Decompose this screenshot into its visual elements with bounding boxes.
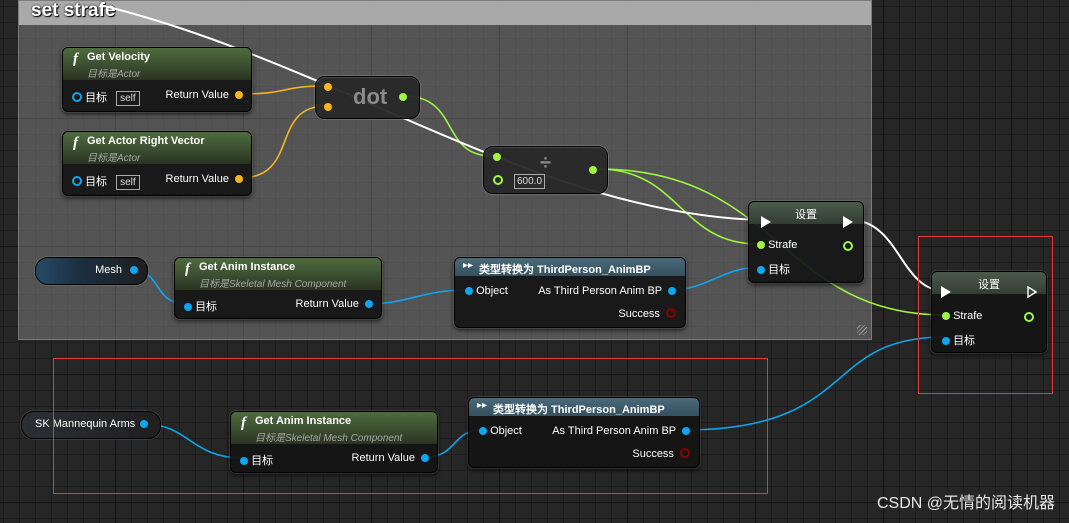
divisor-value[interactable]: 600.0: [514, 174, 546, 189]
pin-label: 目标: [85, 92, 108, 104]
float-pin-icon[interactable]: [493, 153, 501, 161]
object-pin-icon: [72, 92, 82, 102]
node-subtitle: 目标是Actor: [87, 69, 141, 80]
vector-pin-icon[interactable]: [324, 83, 332, 91]
object-pin-icon: [184, 303, 192, 311]
as-output-pin[interactable]: As Third Person Anim BP: [538, 285, 676, 297]
float-pin-icon[interactable]: [493, 175, 503, 185]
comment-title[interactable]: set strafe: [19, 1, 871, 25]
highlight-box-set-node: [918, 236, 1053, 394]
object-pin-icon: [465, 287, 473, 295]
node-title: Get Anim Instance: [199, 261, 296, 273]
strafe-input-pin[interactable]: Strafe: [757, 239, 797, 251]
function-icon: f: [73, 51, 78, 67]
get-anim-instance-node-1[interactable]: f Get Anim Instance 目标是Skeletal Mesh Com…: [174, 257, 382, 319]
pin-label: 目标: [768, 264, 791, 276]
node-header: f Get Anim Instance 目标是Skeletal Mesh Com…: [175, 258, 381, 290]
object-input-pin[interactable]: Object: [465, 285, 508, 297]
bool-pin-icon: [666, 308, 676, 318]
object-pin-icon: [668, 287, 676, 295]
target-pin[interactable]: 目标 self: [72, 173, 140, 190]
cast-to-thirdperson-animbp-node-1[interactable]: ▸▸ 类型转换为 ThirdPerson_AnimBP Object As Th…: [454, 257, 686, 328]
vector-pin-icon: [235, 175, 243, 183]
exec-out-icon[interactable]: [843, 216, 853, 228]
divide-node[interactable]: 600.0 ÷: [483, 146, 608, 194]
resize-grip-icon[interactable]: [857, 325, 867, 335]
pin-label: Success: [618, 308, 660, 320]
pin-label: Return Value: [295, 298, 359, 310]
node-header: f Get Actor Right Vector 目标是Actor: [63, 132, 251, 164]
return-value-pin[interactable]: Return Value: [166, 89, 243, 101]
dot-label: dot: [353, 84, 388, 109]
target-pin[interactable]: 目标: [757, 261, 790, 277]
exec-in-icon[interactable]: [761, 216, 771, 228]
vector-pin-icon: [235, 91, 243, 99]
self-value[interactable]: self: [116, 91, 140, 106]
success-pin[interactable]: Success: [618, 308, 676, 320]
node-title: Get Actor Right Vector: [87, 135, 205, 147]
set-strafe-node-1[interactable]: 设置 Strafe 目标: [748, 201, 864, 283]
pin-label: Strafe: [768, 239, 798, 251]
float-pin-icon[interactable]: [399, 93, 407, 101]
pin-label: As Third Person Anim BP: [538, 285, 662, 297]
cast-arrows-icon: ▸▸: [463, 260, 474, 271]
self-value[interactable]: self: [116, 175, 140, 190]
node-header: f Get Velocity 目标是Actor: [63, 48, 251, 80]
get-actor-right-vector-node[interactable]: f Get Actor Right Vector 目标是Actor 目标 sel…: [62, 131, 252, 196]
node-title: 类型转换为 ThirdPerson_AnimBP: [479, 264, 651, 276]
vector-pin-icon[interactable]: [324, 103, 332, 111]
variable-label: Mesh: [95, 264, 122, 276]
node-subtitle: 目标是Skeletal Mesh Component: [199, 279, 347, 290]
return-value-pin[interactable]: Return Value: [296, 298, 373, 310]
node-header: ▸▸ 类型转换为 ThirdPerson_AnimBP: [455, 258, 685, 276]
highlight-box-arms-chain: [53, 358, 768, 494]
object-pin-icon: [72, 176, 82, 186]
float-output-pin-icon[interactable]: [843, 241, 853, 251]
function-icon: f: [73, 135, 78, 151]
float-pin-icon: [757, 241, 765, 249]
return-value-pin[interactable]: Return Value: [166, 173, 243, 185]
function-icon: f: [185, 261, 190, 277]
object-pin-icon: [757, 266, 765, 274]
object-pin-icon: [365, 300, 373, 308]
pin-label: 目标: [85, 176, 108, 188]
object-pin-icon[interactable]: [130, 266, 138, 274]
target-pin[interactable]: 目标: [184, 298, 217, 314]
node-subtitle: 目标是Actor: [87, 153, 141, 164]
dot-product-node[interactable]: dot: [315, 76, 420, 119]
pin-label: Return Value: [165, 89, 229, 101]
float-pin-icon[interactable]: [589, 166, 597, 174]
pin-label: Return Value: [165, 173, 229, 185]
node-title: Get Velocity: [87, 51, 150, 63]
pin-label: Object: [476, 285, 508, 297]
mesh-variable-node[interactable]: Mesh: [35, 257, 148, 285]
target-pin[interactable]: 目标 self: [72, 89, 140, 106]
divide-symbol: ÷: [540, 152, 551, 174]
watermark: CSDN @无情的阅读机器: [876, 495, 1055, 512]
pin-label: 目标: [195, 301, 218, 313]
get-velocity-node[interactable]: f Get Velocity 目标是Actor 目标 self Return V…: [62, 47, 252, 112]
